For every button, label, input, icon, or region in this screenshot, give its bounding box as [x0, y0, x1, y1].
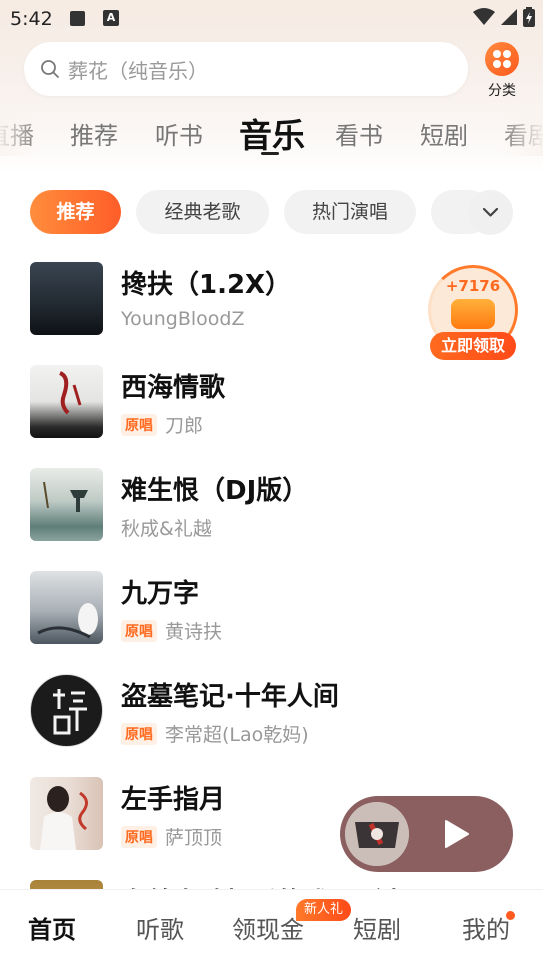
bottom-nav: 首页 听歌 领现金 短剧 我的 新人礼: [0, 889, 543, 965]
nav-short-drama[interactable]: 短剧: [353, 910, 401, 945]
expand-chips-button[interactable]: [468, 190, 513, 235]
filter-chips: 推荐 经典老歌 热门演唱: [0, 188, 543, 238]
song-row[interactable]: 难生恨（DJ版） 秋成&礼越: [0, 462, 543, 552]
song-title: 九万字: [121, 579, 200, 609]
song-title: 难生恨（DJ版）: [121, 476, 309, 506]
song-title: 左手指月: [121, 785, 226, 815]
tab-short-drama[interactable]: 短剧: [420, 116, 468, 151]
notification-a-icon: A: [103, 10, 119, 26]
nav-home[interactable]: 首页: [28, 910, 76, 945]
album-cover: [30, 674, 103, 747]
album-cover: [30, 777, 103, 850]
search-input[interactable]: 葬花（纯音乐）: [24, 42, 468, 96]
song-artist: 秋成&礼越: [121, 518, 212, 540]
notification-square-icon: [70, 11, 85, 26]
original-badge: 原唱: [121, 413, 157, 436]
status-time: 5:42: [10, 8, 53, 30]
active-tab-indicator: [261, 152, 279, 155]
nav-cash[interactable]: 领现金: [232, 910, 304, 945]
play-icon[interactable]: [440, 818, 472, 850]
song-title: 西海情歌: [121, 373, 226, 403]
now-playing-cover: [345, 802, 409, 866]
mini-player[interactable]: [340, 796, 513, 872]
original-badge: 原唱: [121, 619, 157, 642]
song-row[interactable]: 九万字 原唱 黄诗扶: [0, 565, 543, 655]
chip-hot-singing[interactable]: 热门演唱: [284, 190, 416, 234]
album-cover: [30, 571, 103, 644]
album-cover: [30, 262, 103, 335]
reward-count: +7176: [445, 277, 501, 295]
tab-music[interactable]: 音乐: [239, 109, 305, 156]
battery-icon: [523, 7, 535, 27]
channel-tabs: 直播 推荐 听书 音乐 看书 短剧 看剧: [0, 104, 543, 156]
song-artist: 刀郎: [165, 415, 204, 437]
category-button[interactable]: 分类: [482, 42, 522, 100]
song-artist: YoungBloodZ: [121, 308, 245, 330]
reward-widget[interactable]: +7176 立即领取: [428, 265, 520, 363]
tab-reading[interactable]: 看书: [335, 116, 383, 151]
coin-icon: [451, 299, 495, 329]
tab-recommend[interactable]: 推荐: [70, 116, 118, 151]
tab-audiobook[interactable]: 听书: [155, 116, 203, 151]
song-artist: 李常超(Lao乾妈): [165, 724, 309, 746]
song-row[interactable]: 西海情歌 原唱 刀郎: [0, 359, 543, 449]
nav-profile[interactable]: 我的: [462, 910, 510, 945]
wifi-icon: [473, 8, 495, 25]
status-bar: 5:42 A: [0, 0, 543, 38]
song-artist: 萨顶顶: [165, 827, 223, 849]
status-icons: [473, 7, 535, 27]
original-badge: 原唱: [121, 825, 157, 848]
notification-dot: [506, 911, 515, 920]
new-user-badge: 新人礼: [296, 899, 352, 921]
nav-listen[interactable]: 听歌: [136, 910, 184, 945]
chip-classic-songs[interactable]: 经典老歌: [136, 190, 269, 234]
search-placeholder: 葬花（纯音乐）: [68, 58, 208, 83]
chip-recommend[interactable]: 推荐: [30, 190, 121, 234]
category-label: 分类: [488, 83, 516, 99]
song-title: 搀扶（1.2X）: [121, 270, 292, 300]
category-grid-icon: [485, 42, 519, 76]
original-badge: 原唱: [121, 722, 157, 745]
search-icon: [41, 60, 59, 78]
signal-icon: [501, 9, 517, 25]
song-row[interactable]: 盗墓笔记·十年人间 原唱 李常超(Lao乾妈): [0, 668, 543, 758]
song-title: 盗墓笔记·十年人间: [121, 682, 339, 712]
album-cover: [30, 468, 103, 541]
claim-reward-button[interactable]: 立即领取: [430, 332, 516, 360]
song-artist: 黄诗扶: [165, 621, 223, 643]
album-cover: [30, 365, 103, 438]
chevron-down-icon: [482, 207, 499, 217]
